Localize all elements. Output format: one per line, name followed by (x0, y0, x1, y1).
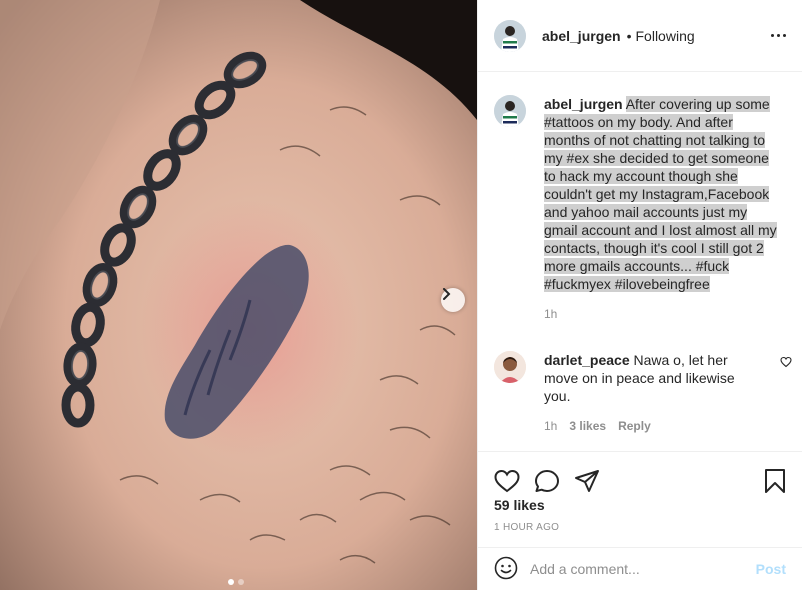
action-bar (478, 451, 802, 503)
post-header: abel_jurgen • Following (478, 0, 802, 72)
add-comment-input[interactable] (530, 561, 756, 577)
heart-icon (494, 469, 520, 496)
post-image[interactable] (0, 0, 477, 590)
comment-button[interactable] (534, 469, 560, 496)
caption-line: months of not chatting not talking to (544, 132, 766, 148)
like-button[interactable] (494, 469, 520, 496)
separator-dot: • (626, 27, 632, 44)
post-timestamp[interactable]: 1 HOUR AGO (494, 522, 559, 533)
wrist-tattoo-photo (0, 0, 477, 590)
carousel-dot-active (228, 579, 234, 585)
caption-line: After covering up some (625, 96, 770, 112)
comment-meta: 1h 3 likes Reply (544, 419, 762, 433)
caption-line: couldn't get my Instagram,Facebook (544, 186, 770, 202)
author-avatar[interactable] (494, 19, 526, 52)
comment-username[interactable]: darlet_peace (544, 352, 630, 368)
following-button[interactable]: Following (636, 28, 695, 44)
smiley-icon (494, 556, 518, 583)
comment-icon (534, 470, 560, 496)
bookmark-icon (764, 469, 786, 497)
add-comment-bar: Post (478, 547, 802, 590)
heart-icon (780, 355, 792, 371)
comment-age[interactable]: 1h (544, 419, 557, 433)
caption-line: more gmails accounts... #fuck (544, 258, 730, 274)
save-button[interactable] (764, 468, 786, 497)
post-side-panel: abel_jurgen • Following abel_jurgen Afte… (477, 0, 802, 590)
caption-line: contacts, though it's cool I still got 2 (544, 240, 764, 256)
comment-text: darlet_peace Nawa o, let her move on in … (544, 351, 762, 405)
emoji-button[interactable] (494, 556, 518, 583)
caption-author-avatar[interactable] (494, 95, 526, 127)
caption-age[interactable]: 1h (544, 307, 557, 321)
author-username[interactable]: abel_jurgen (542, 28, 621, 44)
likes-count[interactable]: 59 likes (494, 497, 545, 513)
share-button[interactable] (574, 469, 600, 496)
caption-line: #tattoos on my body. And after (544, 114, 733, 130)
carousel-dot (238, 579, 244, 585)
reply-button[interactable]: Reply (618, 419, 651, 433)
caption-line: to hack my account though she (544, 168, 738, 184)
caption-line: #fuckmyex #ilovebeingfree (544, 276, 710, 292)
caption-meta: 1h (544, 307, 786, 321)
next-slide-button[interactable] (441, 288, 465, 312)
comment-like-button[interactable] (780, 355, 792, 371)
commenter-avatar[interactable] (494, 351, 526, 383)
more-dots-icon (771, 34, 786, 37)
caption-line: and yahoo mail accounts just my (544, 204, 748, 220)
comment: darlet_peace Nawa o, let her move on in … (494, 351, 792, 433)
caption: abel_jurgen After covering up some #tatt… (494, 95, 786, 321)
more-options-button[interactable] (762, 34, 786, 37)
paper-plane-icon (574, 470, 600, 496)
caption-username[interactable]: abel_jurgen (544, 96, 623, 112)
carousel-indicator (228, 579, 244, 585)
caption-line: my #ex she decided to get someone (544, 150, 769, 166)
caption-text: abel_jurgen After covering up some #tatt… (544, 95, 786, 293)
post-comment-button[interactable]: Post (756, 561, 786, 577)
caption-line: gmail account and I lost almost all my (544, 222, 777, 238)
comment-likes[interactable]: 3 likes (569, 419, 606, 433)
comments-section: abel_jurgen After covering up some #tatt… (478, 73, 802, 451)
